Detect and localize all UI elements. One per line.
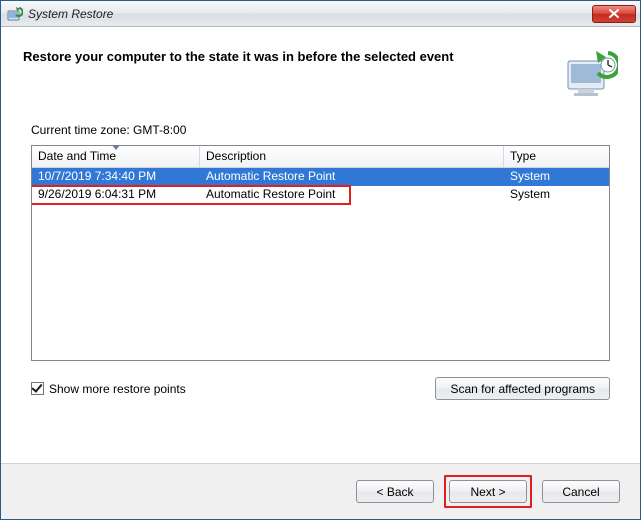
annotation-next-highlight: Next > — [444, 475, 532, 508]
cancel-button[interactable]: Cancel — [542, 480, 620, 503]
table-header: Date and Time Description Type — [32, 146, 609, 168]
col-description[interactable]: Description — [200, 146, 504, 167]
table-cell-date: 10/7/2019 7:34:40 PM — [32, 168, 200, 186]
checkbox-icon — [31, 382, 44, 395]
table-cell-desc: Automatic Restore Point — [200, 168, 504, 186]
table-row[interactable]: 9/26/2019 6:04:31 PMAutomatic Restore Po… — [32, 186, 609, 204]
sort-desc-icon — [112, 145, 120, 150]
table-cell-type: System — [504, 186, 609, 204]
system-restore-window: System Restore Restore your computer to … — [0, 0, 641, 520]
col-date-label: Date and Time — [38, 149, 116, 163]
timezone-label: Current time zone: GMT-8:00 — [23, 123, 618, 137]
table-cell-type: System — [504, 168, 609, 186]
close-button[interactable] — [592, 5, 636, 23]
next-button[interactable]: Next > — [449, 480, 527, 503]
wizard-footer: < Back Next > Cancel — [1, 463, 640, 519]
show-more-checkbox[interactable]: Show more restore points — [31, 382, 186, 396]
show-more-label: Show more restore points — [49, 382, 186, 396]
page-title: Restore your computer to the state it wa… — [23, 45, 564, 64]
table-row[interactable]: 10/7/2019 7:34:40 PMAutomatic Restore Po… — [32, 168, 609, 186]
scan-affected-button[interactable]: Scan for affected programs — [435, 377, 610, 400]
window-title: System Restore — [28, 7, 592, 21]
back-button[interactable]: < Back — [356, 480, 434, 503]
table-cell-desc: Automatic Restore Point — [200, 186, 504, 204]
restore-points-table: Date and Time Description Type 10/7/2019… — [31, 145, 610, 361]
restore-large-icon — [564, 45, 618, 99]
restore-icon — [7, 6, 23, 22]
close-icon — [609, 9, 619, 18]
header-row: Restore your computer to the state it wa… — [23, 45, 618, 99]
below-table-controls: Show more restore points Scan for affect… — [31, 377, 610, 400]
col-type-label: Type — [510, 149, 536, 163]
table-body: 10/7/2019 7:34:40 PMAutomatic Restore Po… — [32, 168, 609, 360]
col-date-time[interactable]: Date and Time — [32, 146, 200, 167]
col-type[interactable]: Type — [504, 146, 609, 167]
content-area: Restore your computer to the state it wa… — [1, 27, 640, 463]
col-desc-label: Description — [206, 149, 266, 163]
titlebar: System Restore — [1, 1, 640, 27]
table-cell-date: 9/26/2019 6:04:31 PM — [32, 186, 200, 204]
